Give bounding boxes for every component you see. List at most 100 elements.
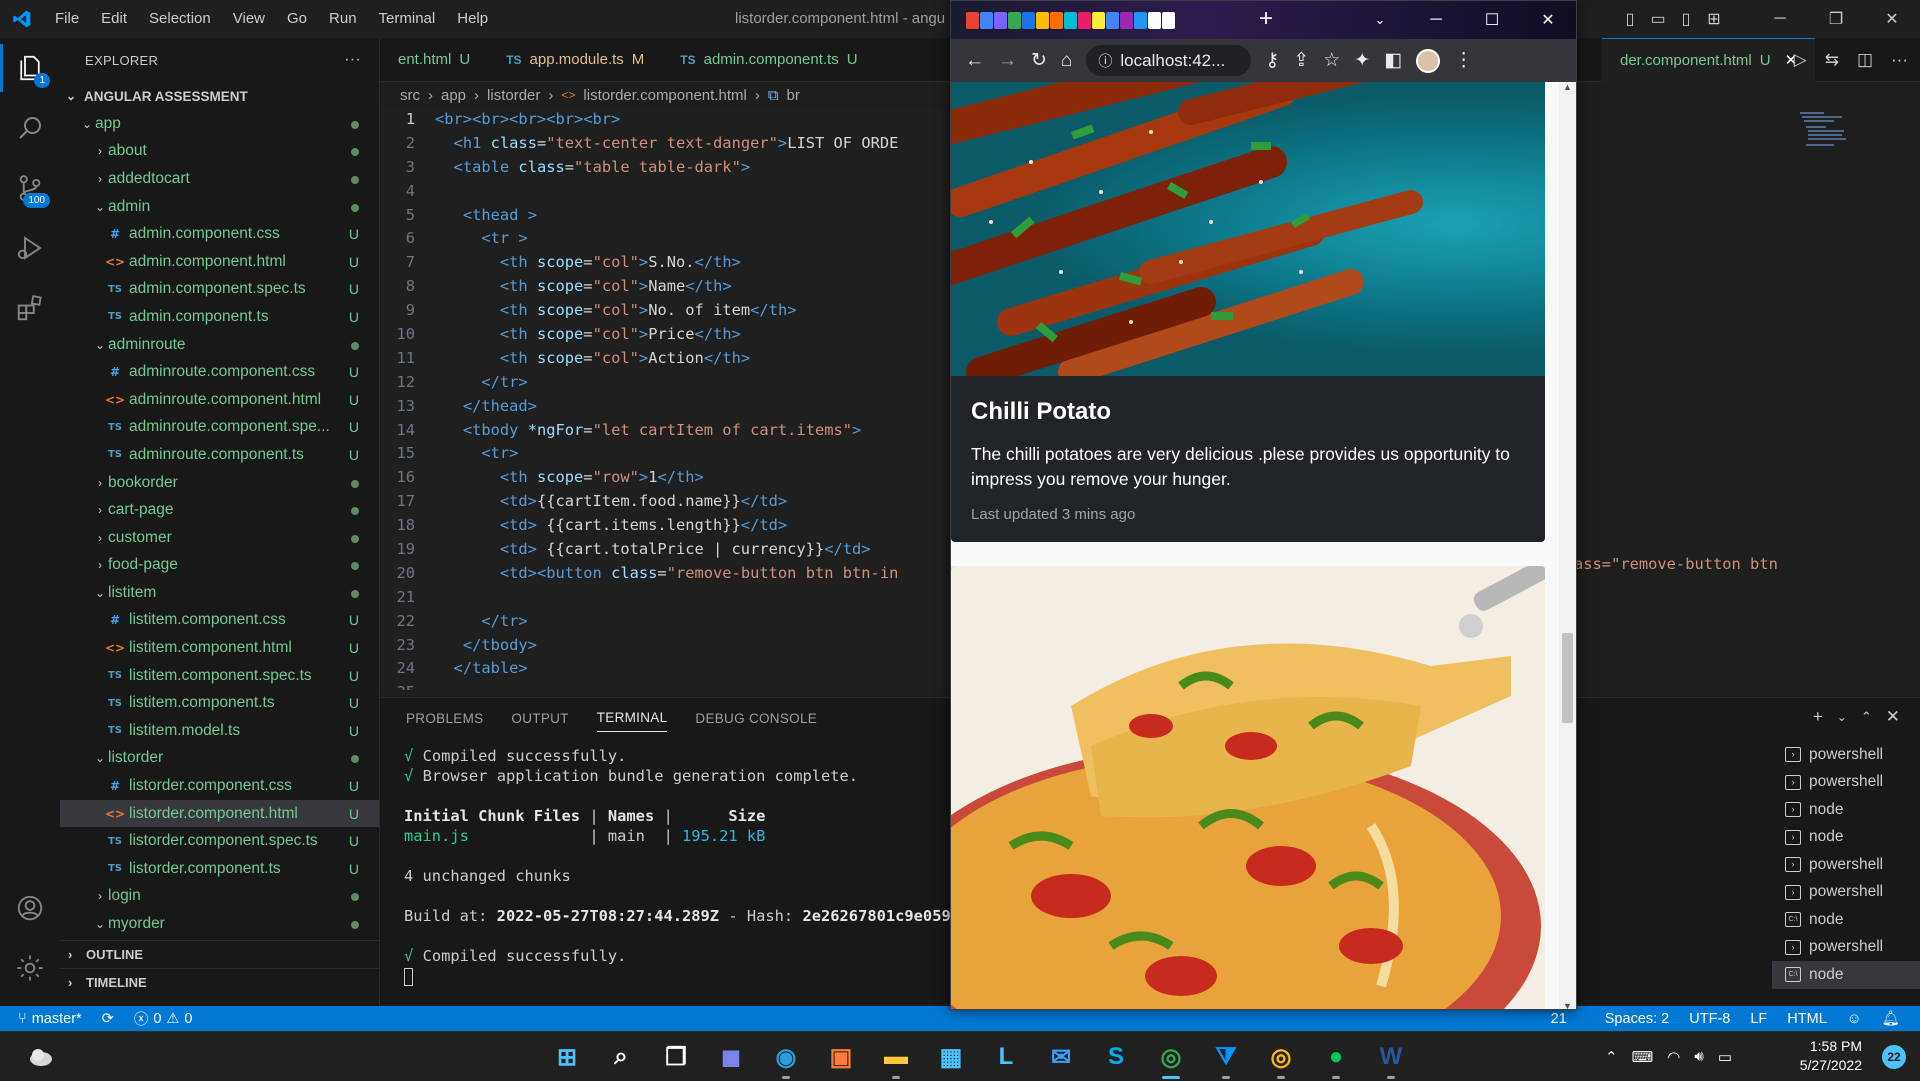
browser-menu-icon[interactable]: ⋮ <box>1454 49 1473 72</box>
browser-tab-favicon[interactable] <box>994 11 1007 29</box>
search-icon[interactable]: ⌕ <box>602 1038 640 1076</box>
app-l-icon[interactable]: L <box>987 1038 1025 1076</box>
browser-tab-favicon[interactable] <box>1106 11 1119 29</box>
reload-icon[interactable]: ↻ <box>1031 49 1047 72</box>
browser-tab-favicon[interactable] <box>980 11 993 29</box>
panel-tab-problems[interactable]: PROBLEMS <box>406 711 483 726</box>
split-editor-icon[interactable]: ◫ <box>1857 50 1873 70</box>
panel-tab-debug-console[interactable]: DEBUG CONSOLE <box>695 711 817 726</box>
editor-tab[interactable]: TS app.module.ts M <box>488 38 662 82</box>
terminal-instance[interactable]: › node <box>1772 824 1920 852</box>
sync-icon[interactable]: ⟳ <box>92 1011 124 1027</box>
extensions-puzzle-icon[interactable]: ✦ <box>1354 49 1370 72</box>
browser-tab-favicon[interactable] <box>1120 11 1133 29</box>
browser-tab-favicon[interactable] <box>1008 11 1021 29</box>
file-item[interactable]: # listitem.component.css U <box>60 607 379 635</box>
chevron-up-icon[interactable]: ⌃ <box>1605 1048 1618 1066</box>
terminal-instance[interactable]: › powershell <box>1772 741 1920 769</box>
skype-icon[interactable]: S <box>1097 1038 1135 1076</box>
app-icon[interactable]: ▣ <box>822 1038 860 1076</box>
compare-icon[interactable]: ⇆ <box>1825 50 1839 70</box>
cursor-position[interactable]: 21 <box>1541 1010 1577 1027</box>
file-item[interactable]: TS adminroute.component.spe... U <box>60 414 379 442</box>
weather-widget-icon[interactable] <box>22 1038 60 1076</box>
address-bar[interactable]: ⓘ localhost:42... <box>1086 45 1252 76</box>
menu-item-file[interactable]: File <box>44 0 90 38</box>
browser-maximize-button[interactable]: ☐ <box>1464 10 1520 30</box>
close-window-button[interactable]: ✕ <box>1864 0 1920 38</box>
file-item[interactable]: <> listorder.component.html U <box>60 799 379 828</box>
menu-item-edit[interactable]: Edit <box>90 0 138 38</box>
folder-item[interactable]: ⌄ myorder <box>60 910 379 938</box>
page-scrollbar[interactable]: ▲ ▼ <box>1559 82 1576 1009</box>
extensions-activity[interactable] <box>0 278 60 338</box>
more-actions-icon[interactable]: ··· <box>1891 50 1908 70</box>
clock[interactable]: 1:58 PM 5/27/2022 <box>1800 1037 1862 1075</box>
outline-section[interactable]: › OUTLINE <box>60 940 379 968</box>
eol-status[interactable]: LF <box>1740 1010 1777 1027</box>
maximize-panel-icon[interactable]: ⌃ <box>1861 709 1872 725</box>
editor-tab[interactable]: ent.html U <box>380 38 488 82</box>
browser-tab-favicon[interactable] <box>966 11 979 29</box>
minimap[interactable] <box>1792 108 1882 158</box>
edge-icon[interactable]: ◉ <box>767 1038 805 1079</box>
notification-badge[interactable]: 22 <box>1882 1045 1906 1069</box>
password-key-icon[interactable]: ⚷ <box>1265 49 1279 72</box>
run-debug-activity[interactable] <box>0 218 60 278</box>
menu-item-go[interactable]: Go <box>276 0 318 38</box>
browser-tab-favicon[interactable] <box>1162 11 1175 29</box>
encoding-status[interactable]: UTF-8 <box>1679 1010 1740 1027</box>
file-item[interactable]: <> adminroute.component.html U <box>60 386 379 414</box>
toggle-secondary-sidebar-icon[interactable]: ▯ <box>1672 0 1700 38</box>
panel-tab-output[interactable]: OUTPUT <box>511 711 568 726</box>
browser-tab-favicon[interactable] <box>1036 11 1049 29</box>
terminal-instance[interactable]: › powershell <box>1772 769 1920 797</box>
file-item[interactable]: TS admin.component.ts U <box>60 303 379 331</box>
breadcrumb-item[interactable]: listorder.component.html <box>583 87 746 104</box>
terminal-instance[interactable]: › powershell <box>1772 934 1920 962</box>
bell-icon[interactable]: 🔔︎ <box>1872 1010 1910 1027</box>
run-icon[interactable]: ▷ <box>1794 50 1807 70</box>
keyboard-icon[interactable]: ⌨ <box>1632 1048 1654 1066</box>
forward-icon[interactable]: → <box>998 50 1017 72</box>
browser-tab-favicon[interactable] <box>1148 11 1161 29</box>
file-item[interactable]: TS listitem.component.spec.ts U <box>60 662 379 690</box>
editor-tab[interactable]: TS admin.component.ts U <box>662 38 875 82</box>
file-explorer-icon[interactable]: ▬ <box>877 1038 915 1079</box>
terminal-instance[interactable]: › powershell <box>1772 879 1920 907</box>
file-item[interactable]: TS listitem.component.ts U <box>60 689 379 717</box>
wifi-icon[interactable]: ◠ <box>1667 1048 1680 1066</box>
branch-status[interactable]: ⑂ master* <box>0 1011 92 1027</box>
terminal-instance[interactable]: › node <box>1772 796 1920 824</box>
file-item[interactable]: <> admin.component.html U <box>60 248 379 276</box>
terminal-output[interactable]: √ Compiled successfully. √ Browser appli… <box>404 746 969 986</box>
folder-item[interactable]: › login <box>60 883 379 911</box>
file-item[interactable]: # adminroute.component.css U <box>60 358 379 386</box>
feedback-icon[interactable]: ☺ <box>1837 1010 1872 1027</box>
toggle-primary-sidebar-icon[interactable]: ▯ <box>1616 0 1644 38</box>
home-icon[interactable]: ⌂ <box>1061 50 1072 72</box>
breadcrumb-item[interactable]: br <box>787 87 800 104</box>
terminal-instance[interactable]: C:\ node <box>1772 961 1920 989</box>
breadcrumb-item[interactable]: listorder <box>487 87 540 104</box>
file-item[interactable]: # listorder.component.css U <box>60 772 379 800</box>
start-button[interactable]: ⊞ <box>548 1038 586 1076</box>
new-tab-button[interactable]: + <box>1251 5 1281 35</box>
file-item[interactable]: TS admin.component.spec.ts U <box>60 276 379 304</box>
file-item[interactable]: TS adminroute.component.ts U <box>60 441 379 469</box>
minimize-button[interactable]: ─ <box>1752 0 1808 38</box>
search-activity[interactable] <box>0 98 60 158</box>
bookmark-star-icon[interactable]: ☆ <box>1323 49 1340 72</box>
folder-item[interactable]: ⌄ listitem <box>60 579 379 607</box>
browser-tab-favicon[interactable] <box>1050 11 1063 29</box>
file-item[interactable]: TS listitem.model.ts U <box>60 717 379 745</box>
chrome-icon[interactable]: ◎ <box>1262 1038 1300 1079</box>
browser-tab-favicon[interactable] <box>1022 11 1035 29</box>
more-actions-icon[interactable]: ··· <box>344 51 361 69</box>
chevron-down-icon[interactable]: ⌄ <box>1837 710 1847 724</box>
side-panel-icon[interactable]: ◧ <box>1384 49 1402 72</box>
volume-icon[interactable]: 🔊︎ <box>1694 1048 1703 1065</box>
breadcrumb-item[interactable]: src <box>400 87 420 104</box>
vscode-icon[interactable]: ⧩ <box>1207 1038 1245 1079</box>
restore-button[interactable]: ❐ <box>1808 0 1864 38</box>
